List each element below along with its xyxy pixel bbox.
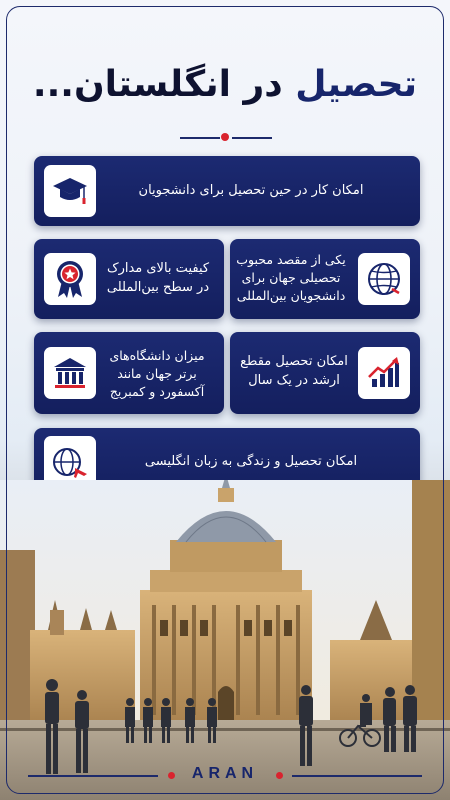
graduation-cap-icon [44,165,96,217]
title-highlight: تحصیل [295,64,418,105]
growth-chart-icon [358,347,410,399]
card-text: کیفیت بالای مدارک در سطح بین‌المللی [106,261,210,295]
card-top-universities: میزان دانشگاه‌های برتر جهان مانند آکسفور… [34,332,224,414]
card-text: امکان تحصیل مقطع ارشد در یک سال [240,354,348,388]
oxford-building-illustration [0,480,450,800]
card-text: امکان کار در حین تحصیل برای دانشجویان [138,183,364,198]
card-popular-destination: یکی از مقصد محبوب تحصیلی جهان برای دانشج… [230,239,420,319]
card-work-while-studying: امکان کار در حین تحصیل برای دانشجویان [34,156,420,226]
divider-dot [221,133,229,141]
page-title: تحصیل در انگلستان... [0,64,450,105]
award-badge-icon [44,253,96,305]
poster: تحصیل در انگلستان... امکان کار در حین تح… [0,0,450,800]
brand-logo-text: ARAN [191,765,259,782]
card-masters-one-year: امکان تحصیل مقطع ارشد در یک سال [230,332,420,414]
card-text: یکی از مقصد محبوب تحصیلی جهان برای دانشج… [236,252,346,303]
globe-icon [358,253,410,305]
title-rest: در انگلستان... [32,64,283,105]
card-text: امکان تحصیل و زندگی به زبان انگلیسی [144,454,358,469]
footer-brand-bar: ARAN [0,764,450,788]
card-degree-quality: کیفیت بالای مدارک در سطح بین‌المللی [34,239,224,319]
university-building-icon [44,347,96,399]
title-divider [0,133,450,143]
card-text: میزان دانشگاه‌های برتر جهان مانند آکسفور… [109,348,205,399]
